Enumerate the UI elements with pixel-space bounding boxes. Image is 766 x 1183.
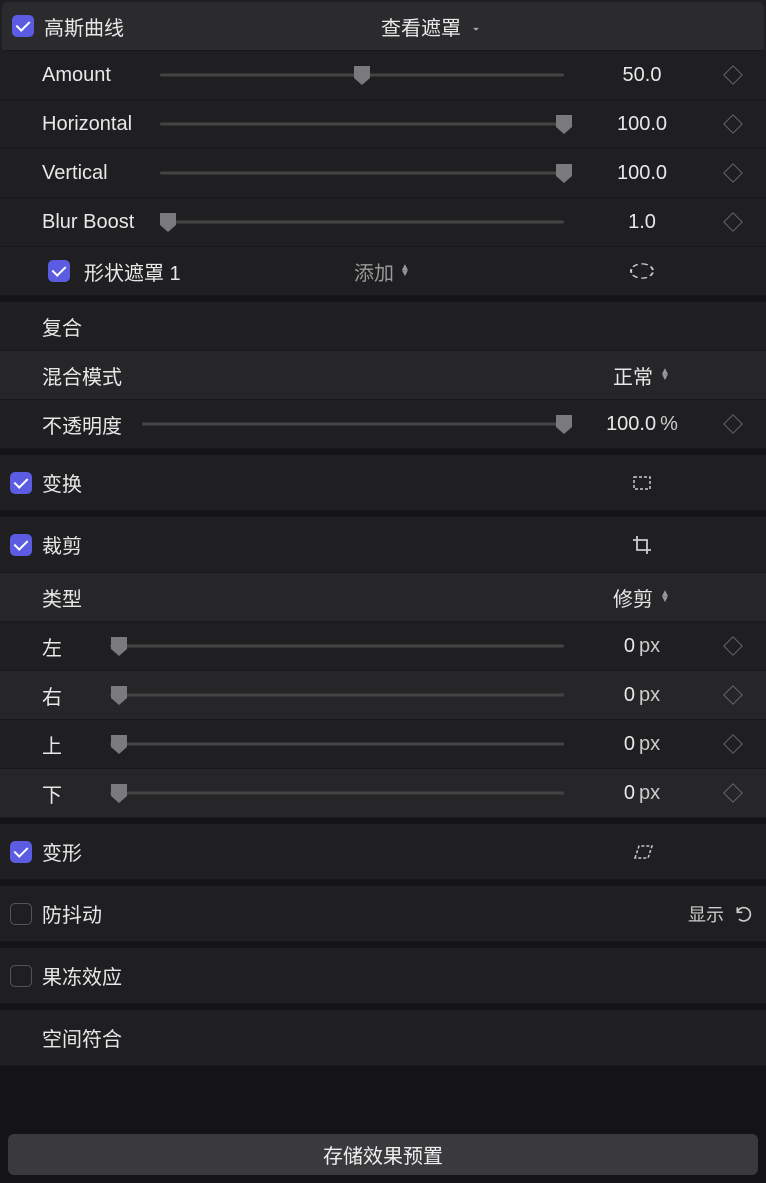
keyframe-button[interactable] [712,639,754,653]
slider-vertical[interactable] [152,163,572,183]
blend-mode-label: 混合模式 [42,361,152,390]
slider-horizontal[interactable] [152,114,572,134]
crop-type-label: 类型 [42,583,152,612]
keyframe-button[interactable] [712,688,754,702]
transform-header[interactable]: 变换 [0,455,766,511]
effect-header-gaussian[interactable]: 高斯曲线 查看遮罩 [2,2,764,51]
chevron-down-icon [469,19,483,33]
mask-shape-indicator[interactable] [572,259,712,283]
shape-mask-label: 形状遮罩 1 [84,257,194,286]
view-mask-label: 查看遮罩 [381,12,461,41]
slider-crop-top[interactable] [102,734,572,754]
effect-title: 高斯曲线 [44,12,154,41]
save-preset-button[interactable]: 存储效果预置 [8,1134,758,1175]
value-vertical[interactable]: 100.0 [572,162,712,185]
transform-icon [572,471,712,495]
value-amount[interactable]: 50.0 [572,64,712,87]
param-row-horizontal: Horizontal 100.0 [0,100,766,149]
section-title: 变形 [42,837,82,866]
param-label: Vertical [42,162,152,185]
checkbox-stabilize[interactable] [10,903,32,925]
blend-mode-select[interactable]: 正常 [572,361,712,390]
value-crop-top[interactable]: 0px [572,733,712,756]
section-title: 空间符合 [42,1023,122,1052]
ellipse-dashed-icon [630,263,654,279]
keyframe-button[interactable] [712,117,754,131]
param-row-amount: Amount 50.0 [0,51,766,100]
checkbox-transform[interactable] [10,472,32,494]
show-link[interactable]: 显示 [688,901,724,927]
slider-amount[interactable] [152,65,572,85]
param-label: Blur Boost [42,211,152,234]
value-horizontal[interactable]: 100.0 [572,113,712,136]
value-opacity[interactable]: 100.0% [572,413,712,436]
param-label: 右 [42,681,102,710]
mask-mode-dropdown[interactable]: 添加 [354,257,412,286]
section-title: 复合 [42,312,82,341]
value-crop-right[interactable]: 0px [572,684,712,707]
param-label: 左 [42,632,102,661]
checkbox-crop[interactable] [10,534,32,556]
checkbox-gaussian[interactable] [12,15,34,37]
keyframe-button[interactable] [712,215,754,229]
crop-type-row: 类型 修剪 [0,573,766,622]
value-crop-bottom[interactable]: 0px [572,782,712,805]
param-row-blurboost: Blur Boost 1.0 [0,198,766,247]
keyframe-button[interactable] [712,737,754,751]
view-mask-dropdown[interactable]: 查看遮罩 [154,12,710,41]
shape-mask-row[interactable]: 形状遮罩 1 添加 [0,247,766,296]
rolling-header[interactable]: 果冻效应 [0,948,766,1004]
param-label: 上 [42,730,102,759]
slider-crop-bottom[interactable] [102,783,572,803]
composite-header[interactable]: 复合 [0,302,766,351]
slider-opacity[interactable] [134,414,572,434]
keyframe-button[interactable] [712,417,754,431]
slider-crop-left[interactable] [102,636,572,656]
slider-blurboost[interactable] [152,212,572,232]
section-title: 防抖动 [42,899,102,928]
stabilize-header[interactable]: 防抖动 显示 [0,886,766,942]
checkbox-shape-mask[interactable] [48,260,70,282]
crop-icon [572,533,712,557]
value-crop-left[interactable]: 0px [572,635,712,658]
section-title: 果冻效应 [42,961,122,990]
value-blurboost[interactable]: 1.0 [572,211,712,234]
crop-header[interactable]: 裁剪 [0,517,766,573]
opacity-row: 不透明度 100.0% [0,400,766,449]
crop-bottom-row: 下 0px [0,769,766,818]
crop-left-row: 左 0px [0,622,766,671]
opacity-label: 不透明度 [42,410,134,439]
slider-crop-right[interactable] [102,685,572,705]
checkbox-distort[interactable] [10,841,32,863]
keyframe-button[interactable] [712,166,754,180]
keyframe-button[interactable] [712,68,754,82]
keyframe-button[interactable] [712,786,754,800]
section-title: 裁剪 [42,530,82,559]
param-label: Amount [42,64,152,87]
checkbox-rolling[interactable] [10,965,32,987]
param-label: 下 [42,779,102,808]
distort-header[interactable]: 变形 [0,824,766,880]
section-title: 变换 [42,468,82,497]
crop-top-row: 上 0px [0,720,766,769]
spatial-header[interactable]: 空间符合 [0,1010,766,1066]
reset-icon[interactable] [734,904,754,924]
blend-mode-row: 混合模式 正常 [0,351,766,400]
crop-type-select[interactable]: 修剪 [572,583,712,612]
param-label: Horizontal [42,113,152,136]
param-row-vertical: Vertical 100.0 [0,149,766,198]
distort-icon [572,840,712,864]
crop-right-row: 右 0px [0,671,766,720]
